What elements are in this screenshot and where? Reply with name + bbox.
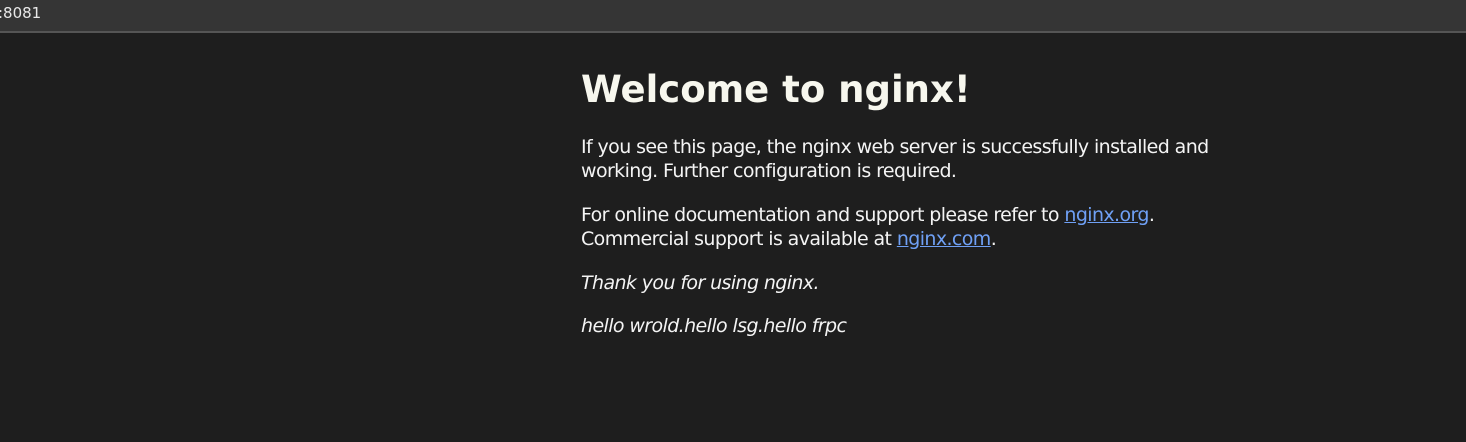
support-text-1: For online documentation and support ple… [581, 204, 1065, 226]
page-title: Welcome to nginx! [581, 68, 971, 111]
nginx-com-link[interactable]: nginx.com [897, 228, 991, 250]
thanks-message: Thank you for using nginx. [581, 272, 820, 294]
address-url[interactable]: :8081 [0, 4, 41, 22]
page-content: Welcome to nginx! If you see this page, … [0, 37, 1466, 442]
support-text-2: . [1148, 204, 1155, 226]
address-bar[interactable]: :8081 [0, 0, 1466, 33]
support-message: For online documentation and support ple… [581, 203, 1221, 251]
nginx-welcome-article: Welcome to nginx! If you see this page, … [581, 67, 1221, 357]
install-message: If you see this page, the nginx web serv… [581, 135, 1221, 183]
hello-message: hello wrold.hello lsg.hello frpc [581, 315, 847, 337]
nginx-org-link[interactable]: nginx.org [1064, 204, 1149, 226]
install-message-text: If you see this page, the nginx web serv… [581, 136, 1209, 182]
support-text-end: . [990, 228, 997, 250]
commercial-support-text: Commercial support is available at [581, 228, 897, 250]
